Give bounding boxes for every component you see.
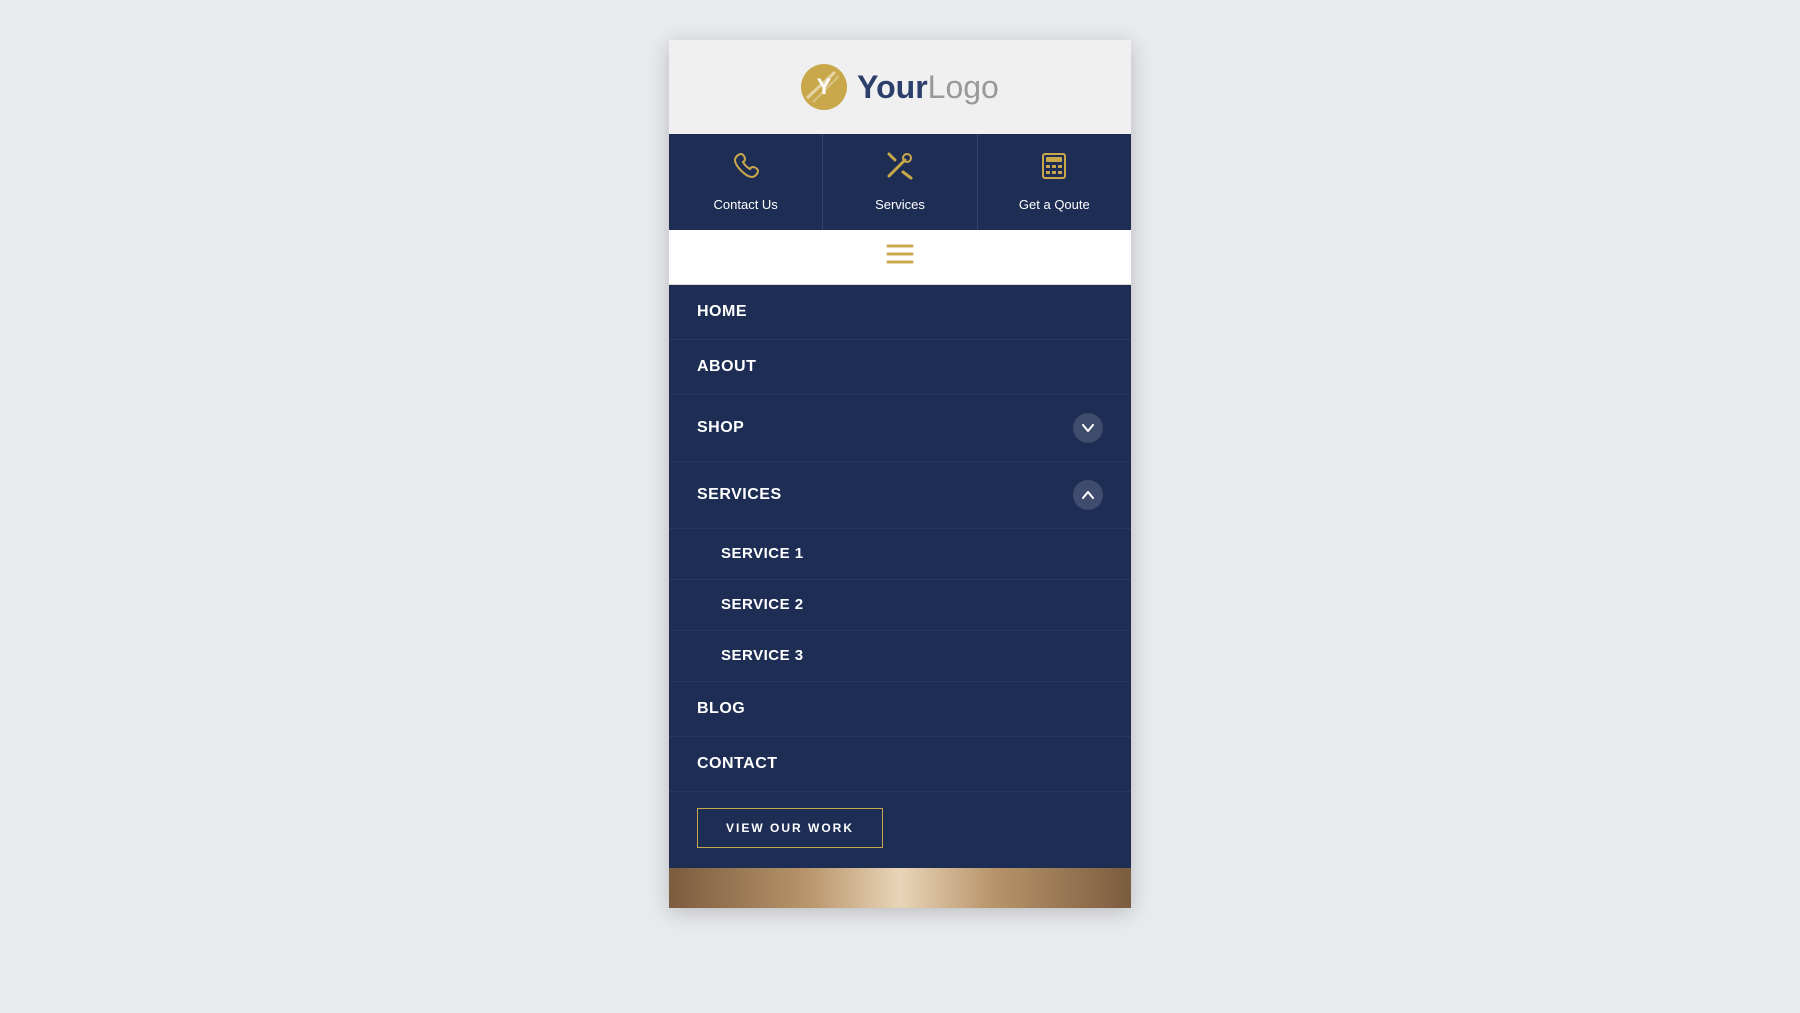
nav-sub-item-service-3[interactable]: SERVICE 3 [669, 631, 1131, 682]
nav-item-home[interactable]: HOME [669, 285, 1131, 340]
service-2-label: SERVICE 2 [721, 596, 804, 613]
nav-item-services[interactable]: SERVICES [669, 462, 1131, 529]
top-nav-quote[interactable]: Get a Qoute [978, 134, 1131, 230]
top-nav-contact-label: Contact Us [714, 197, 778, 212]
top-nav-contact-us[interactable]: Contact Us [669, 134, 823, 230]
hamburger-bar[interactable] [669, 230, 1131, 285]
logo-light-text: Logo [928, 69, 999, 105]
top-nav-quote-label: Get a Qoute [1019, 197, 1090, 212]
nav-item-blog-label: BLOG [697, 700, 745, 718]
nav-menu: HOME ABOUT SHOP SERVICES [669, 285, 1131, 868]
nav-item-contact-label: CONTACT [697, 755, 778, 773]
calculator-icon [1041, 152, 1067, 187]
services-toggle-button[interactable] [1073, 480, 1103, 510]
top-nav-services-label: Services [875, 197, 925, 212]
service-1-label: SERVICE 1 [721, 545, 804, 562]
shop-toggle-button[interactable] [1073, 413, 1103, 443]
logo-icon: Y [801, 64, 847, 110]
phone-container: Y YourLogo Contact Us [669, 40, 1131, 908]
nav-item-about-label: ABOUT [697, 358, 756, 376]
top-nav-bar: Contact Us Services [669, 134, 1131, 230]
nav-item-home-label: HOME [697, 303, 747, 321]
phone-icon [732, 152, 760, 187]
logo-bold-text: Your [857, 69, 928, 105]
nav-item-about[interactable]: ABOUT [669, 340, 1131, 395]
nav-item-services-label: SERVICES [697, 486, 782, 504]
nav-sub-item-service-1[interactable]: SERVICE 1 [669, 529, 1131, 580]
nav-sub-item-service-2[interactable]: SERVICE 2 [669, 580, 1131, 631]
logo-container: Y YourLogo [801, 64, 999, 110]
nav-item-contact[interactable]: CONTACT [669, 737, 1131, 792]
view-our-work-button[interactable]: VIEW OUR WORK [697, 808, 883, 848]
nav-item-shop[interactable]: SHOP [669, 395, 1131, 462]
service-3-label: SERVICE 3 [721, 647, 804, 664]
nav-item-blog[interactable]: BLOG [669, 682, 1131, 737]
bottom-image-strip [669, 868, 1131, 908]
tools-icon [885, 152, 915, 187]
top-nav-services[interactable]: Services [823, 134, 977, 230]
hamburger-icon [886, 244, 914, 270]
nav-item-shop-label: SHOP [697, 419, 744, 437]
header: Y YourLogo [669, 40, 1131, 134]
services-submenu: SERVICE 1 SERVICE 2 SERVICE 3 [669, 529, 1131, 682]
cta-bar: VIEW OUR WORK [669, 792, 1131, 868]
logo-wordmark: YourLogo [857, 69, 999, 106]
